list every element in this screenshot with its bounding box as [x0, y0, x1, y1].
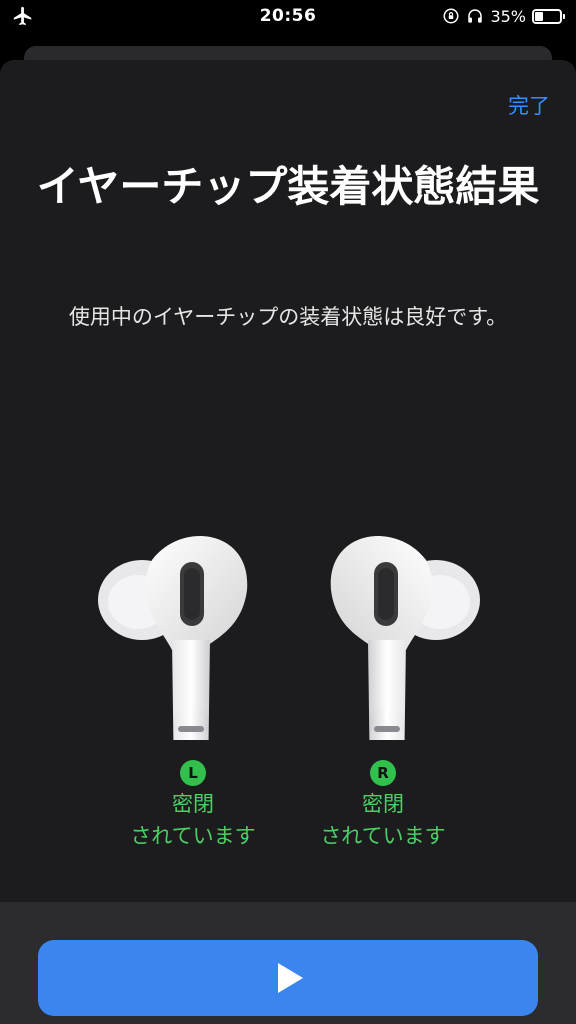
right-badge: R	[370, 760, 396, 786]
left-status-line2: されています	[130, 824, 256, 848]
battery-level-fill	[535, 11, 543, 21]
orientation-lock-icon	[443, 8, 459, 24]
left-status-line1: 密閉	[172, 792, 214, 816]
status-bar: 20:56 35%	[0, 0, 576, 34]
right-status-line2: されています	[320, 824, 446, 848]
done-button[interactable]: 完了	[508, 90, 550, 120]
page-title: イヤーチップ装着状態結果	[36, 162, 540, 211]
right-earbud-result: R 密閉 されています	[298, 760, 468, 852]
right-status-line1: 密閉	[362, 792, 404, 816]
right-earbud-image	[330, 536, 480, 740]
headphones-icon	[468, 9, 483, 23]
status-right-group: 35%	[442, 6, 565, 26]
bottom-toolbar	[0, 902, 576, 1024]
fit-test-sheet: 完了 イヤーチップ装着状態結果 使用中のイヤーチップの装着状態は良好です。 L …	[0, 60, 576, 1024]
play-icon	[278, 963, 303, 993]
battery-percent: 35%	[490, 6, 526, 26]
battery-icon	[532, 8, 565, 24]
left-badge: L	[180, 760, 206, 786]
left-earbud-image	[98, 536, 248, 740]
result-description: 使用中のイヤーチップの装着状態は良好です。	[68, 305, 508, 329]
play-button[interactable]	[38, 940, 538, 1016]
left-earbud-result: L 密閉 されています	[108, 760, 278, 852]
